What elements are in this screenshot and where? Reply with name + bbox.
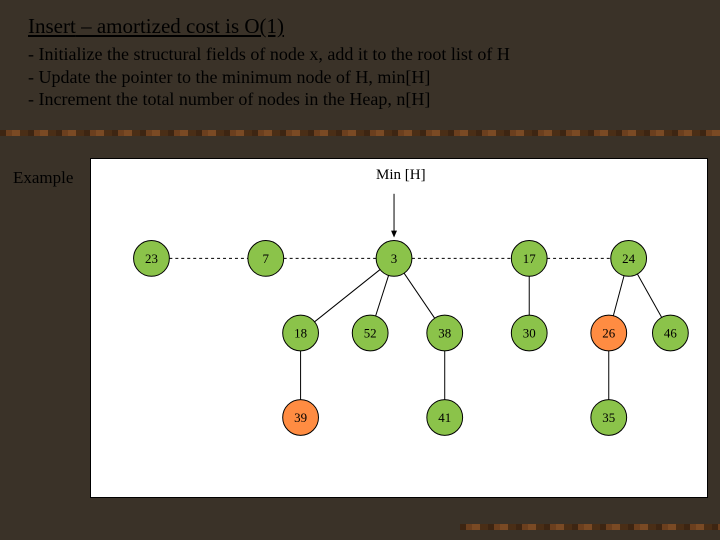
heap-node-label: 35: [602, 410, 615, 425]
tree-edge: [315, 270, 380, 322]
heap-node-label: 46: [664, 325, 677, 340]
tree-edge: [637, 274, 661, 317]
heap-node-label: 3: [391, 251, 397, 266]
tree-edge: [613, 276, 624, 316]
title-sub: – amortized cost is O(1): [76, 14, 284, 38]
heap-svg: 23 7 3 17 24 18 52 38 30 26 46 39 41 35: [91, 159, 707, 497]
heap-diagram: Min [H] 23731724185238302646394135: [90, 158, 708, 498]
heap-node-label: 30: [523, 325, 536, 340]
title-main: Insert: [28, 14, 76, 38]
heap-node-label: 38: [438, 325, 451, 340]
bullet-list: - Initialize the structural fields of no…: [28, 43, 700, 111]
decorative-strip-top: [0, 130, 720, 136]
example-label: Example: [13, 168, 73, 188]
tree-edge: [404, 273, 435, 318]
heap-node-label: 52: [364, 325, 377, 340]
heap-node-label: 23: [145, 251, 158, 266]
heap-node-label: 17: [523, 251, 536, 266]
decorative-strip-bottom: [460, 524, 720, 530]
heap-node-label: 7: [263, 251, 270, 266]
heading-block: Insert – amortized cost is O(1) - Initia…: [28, 14, 700, 111]
heap-node-label: 24: [622, 251, 635, 266]
heap-node-label: 39: [294, 410, 307, 425]
heap-node-label: 41: [438, 410, 451, 425]
bullet-item: - Update the pointer to the minimum node…: [28, 66, 700, 89]
heap-node-label: 26: [602, 325, 615, 340]
bullet-item: - Initialize the structural fields of no…: [28, 43, 700, 66]
tree-edge: [376, 275, 389, 315]
heap-node-label: 18: [294, 325, 307, 340]
bullet-item: - Increment the total number of nodes in…: [28, 88, 700, 111]
slide-title: Insert – amortized cost is O(1): [28, 14, 700, 39]
